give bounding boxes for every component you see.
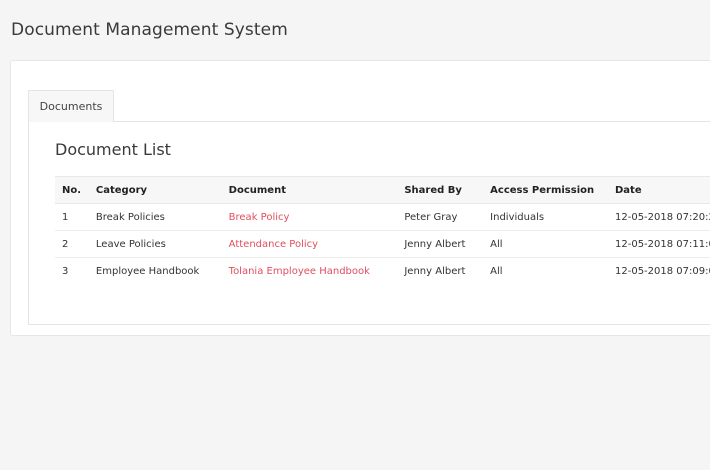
tab-bar: Documents (28, 90, 710, 122)
cell-shared-by: Jenny Albert (397, 230, 484, 258)
cell-category: Break Policies (88, 203, 222, 231)
table-row: 3 Employee Handbook Tolania Employee Han… (55, 258, 710, 285)
cell-no: 3 (62, 265, 69, 277)
cell-access-permission: All (483, 230, 608, 258)
document-list-heading: Document List (55, 140, 171, 159)
table-row: 2 Leave Policies Attendance Policy Jenny… (55, 230, 710, 258)
cell-no: 2 (55, 230, 89, 258)
document-link[interactable]: Break Policy (221, 203, 398, 231)
document-link[interactable]: Tolania Employee Handbook (222, 258, 398, 285)
documents-tab-panel: Document List No. Category Document Shar… (28, 121, 710, 325)
table-row: 1 Break Policies Break Policy Peter Gray… (55, 203, 710, 231)
column-header-document: Document (221, 176, 398, 204)
column-header-no: No. (55, 176, 89, 204)
column-header-category: Category (88, 176, 222, 204)
cell-access-permission: All (490, 265, 503, 277)
content-card: Documents Document List No. Category Doc… (10, 60, 710, 336)
cell-date: 12-05-2018 07:09:03 (615, 265, 710, 277)
cell-category: Employee Handbook (95, 265, 200, 277)
cell-no: 1 (55, 203, 89, 231)
column-header-date: Date (608, 176, 710, 204)
document-table: No. Category Document Shared By Access P… (55, 176, 710, 284)
cell-date: 12-05-2018 07:11:01 (608, 230, 710, 258)
table-header-row: No. Category Document Shared By Access P… (55, 176, 710, 204)
cell-access-permission: Individuals (483, 203, 608, 231)
cell-shared-by: Jenny Albert (404, 265, 466, 277)
document-link[interactable]: Attendance Policy (221, 230, 398, 258)
cell-category: Leave Policies (88, 230, 222, 258)
cell-date: 12-05-2018 07:20:27 (608, 203, 710, 231)
column-header-access-permission: Access Permission (483, 176, 608, 204)
cell-shared-by: Peter Gray (397, 203, 484, 231)
tab-documents[interactable]: Documents (28, 90, 114, 122)
column-header-shared-by: Shared By (397, 176, 484, 204)
page-title: Document Management System (11, 20, 288, 40)
